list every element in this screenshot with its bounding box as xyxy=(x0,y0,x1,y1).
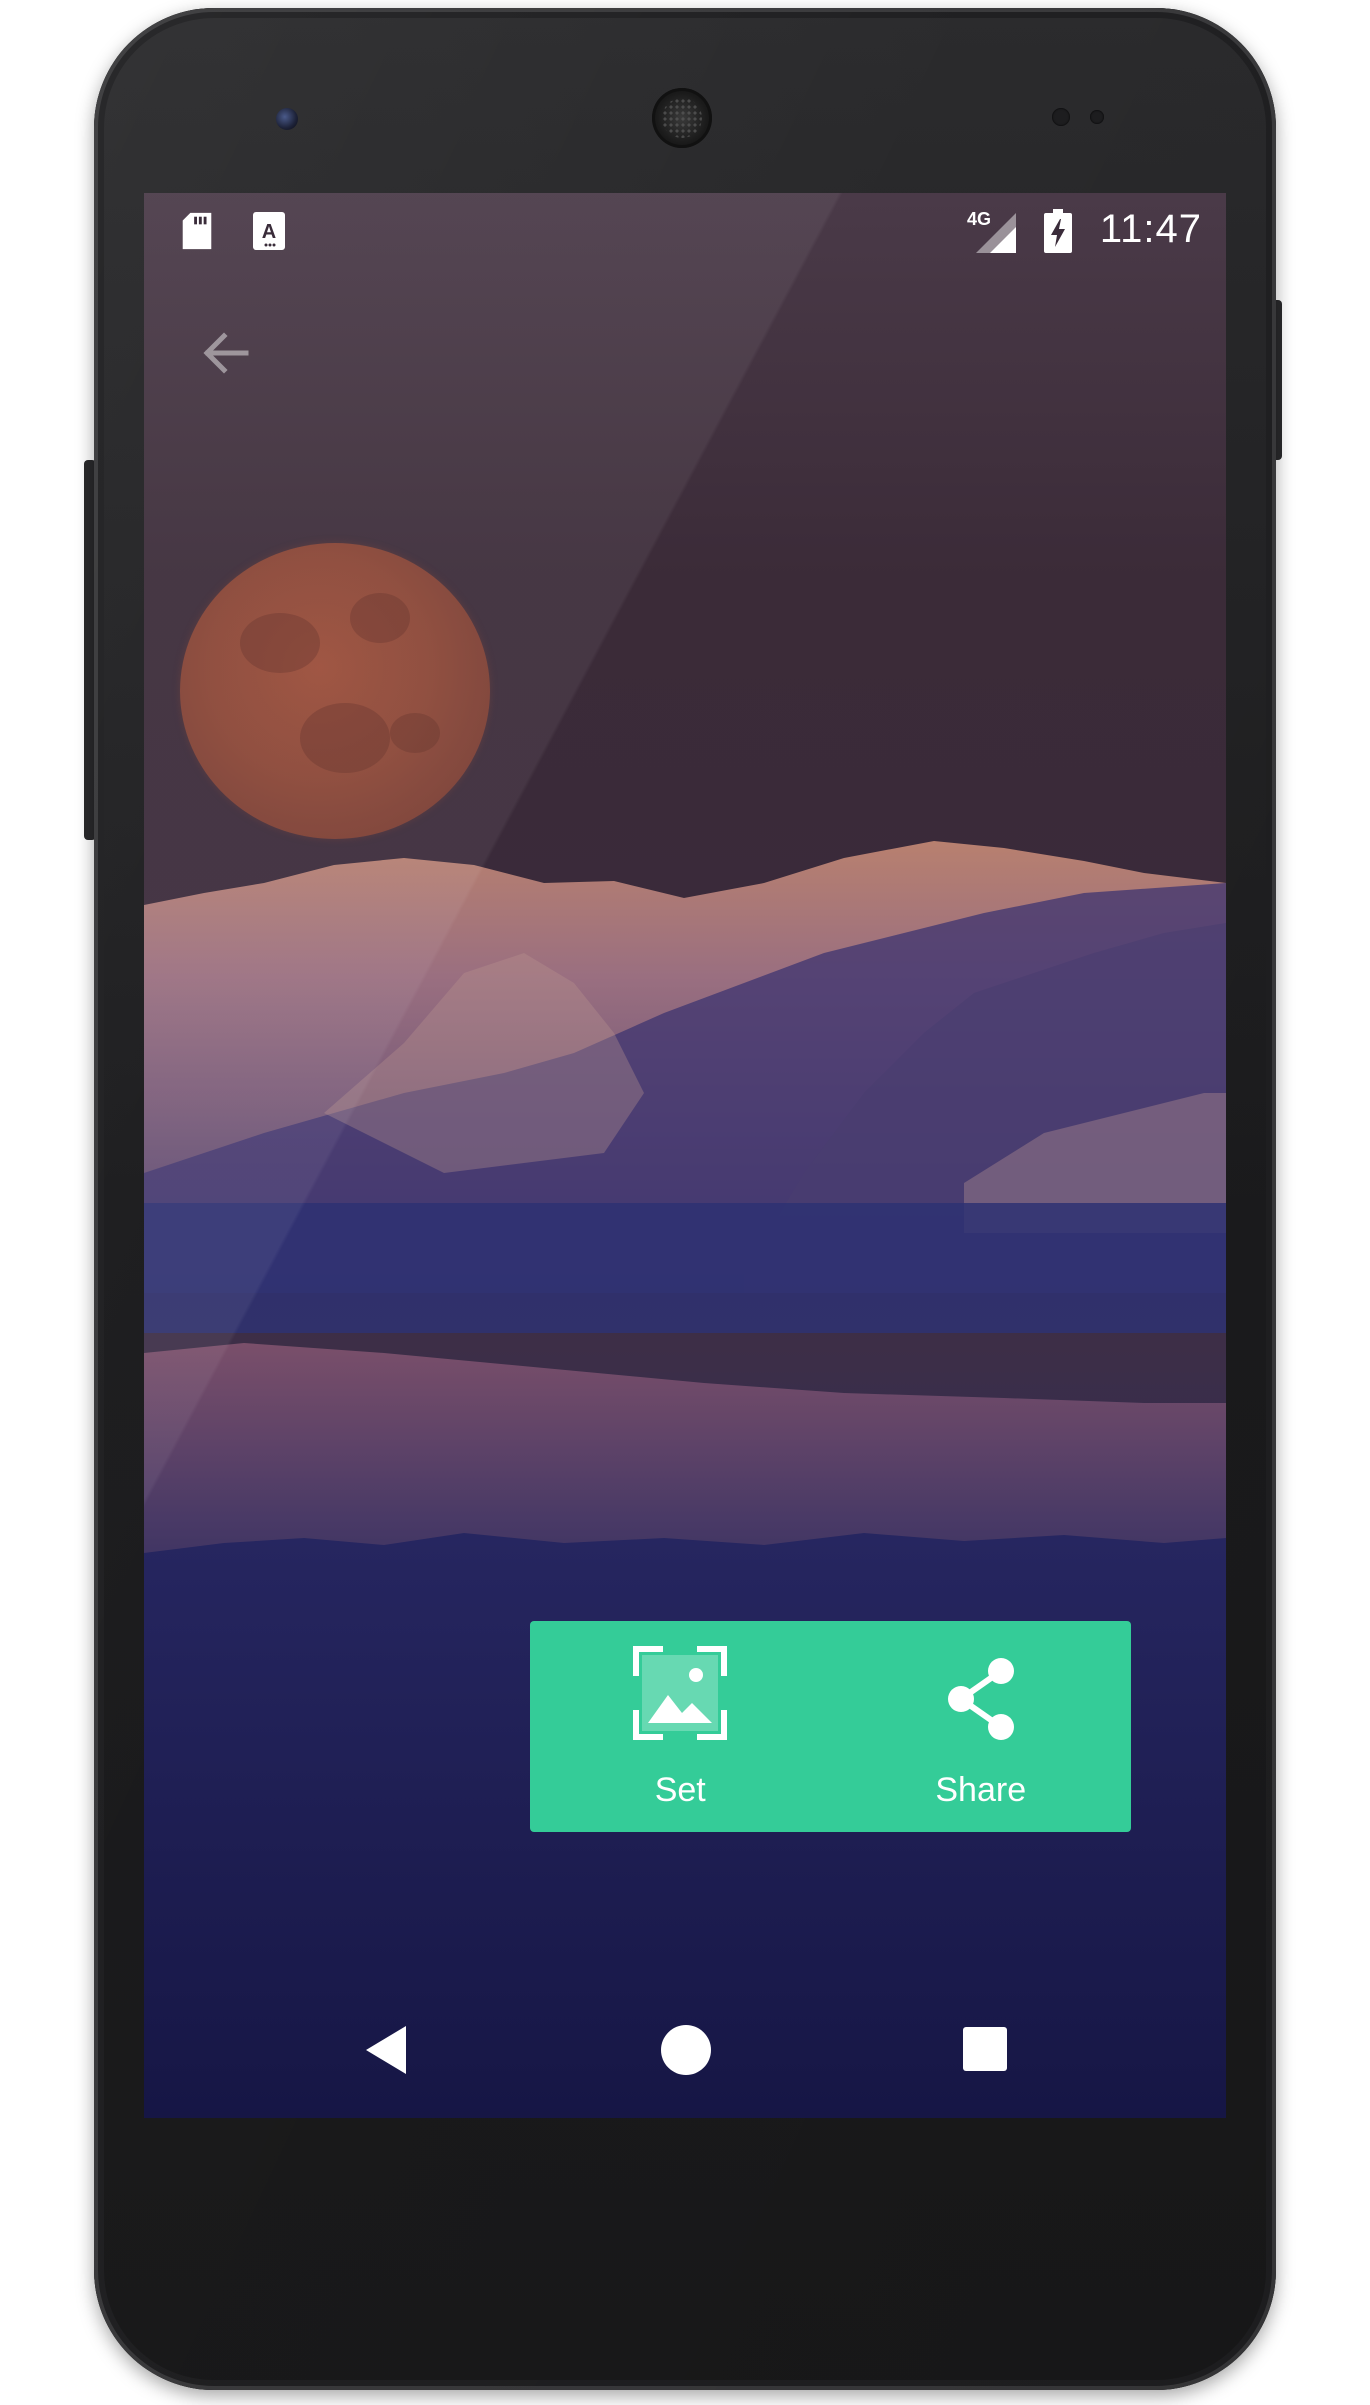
wallpaper-action-panel: Set Share xyxy=(530,1621,1131,1832)
earpiece-speaker xyxy=(652,88,712,148)
status-bar: A 4G 11:47 xyxy=(144,193,1226,267)
navigation-bar xyxy=(144,1978,1226,2118)
light-sensor xyxy=(1090,110,1104,124)
recents-square-icon[interactable] xyxy=(962,2026,1008,2072)
font-a-icon: A xyxy=(253,212,285,250)
battery-charging-icon xyxy=(1044,209,1072,253)
arrow-back-icon[interactable] xyxy=(196,323,256,383)
front-camera xyxy=(276,108,298,130)
sd-card-icon xyxy=(182,212,212,250)
share-button[interactable]: Share xyxy=(831,1621,1132,1832)
set-wallpaper-button[interactable]: Set xyxy=(530,1621,831,1832)
back-triangle-icon[interactable] xyxy=(362,2024,412,2076)
device-mockup: A 4G 11:47 Set Share xyxy=(0,0,1370,2405)
share-icon xyxy=(947,1658,1014,1740)
screen: A 4G 11:47 Set Share xyxy=(144,193,1226,2118)
share-label: Share xyxy=(935,1771,1027,1809)
home-circle-icon[interactable] xyxy=(660,2024,712,2076)
signal-icon xyxy=(976,213,1016,253)
proximity-sensor xyxy=(1052,108,1070,126)
wallpaper-icon xyxy=(633,1646,728,1740)
set-label: Set xyxy=(654,1771,706,1809)
svg-text:A: A xyxy=(262,221,276,243)
clock: 11:47 xyxy=(1099,207,1202,251)
